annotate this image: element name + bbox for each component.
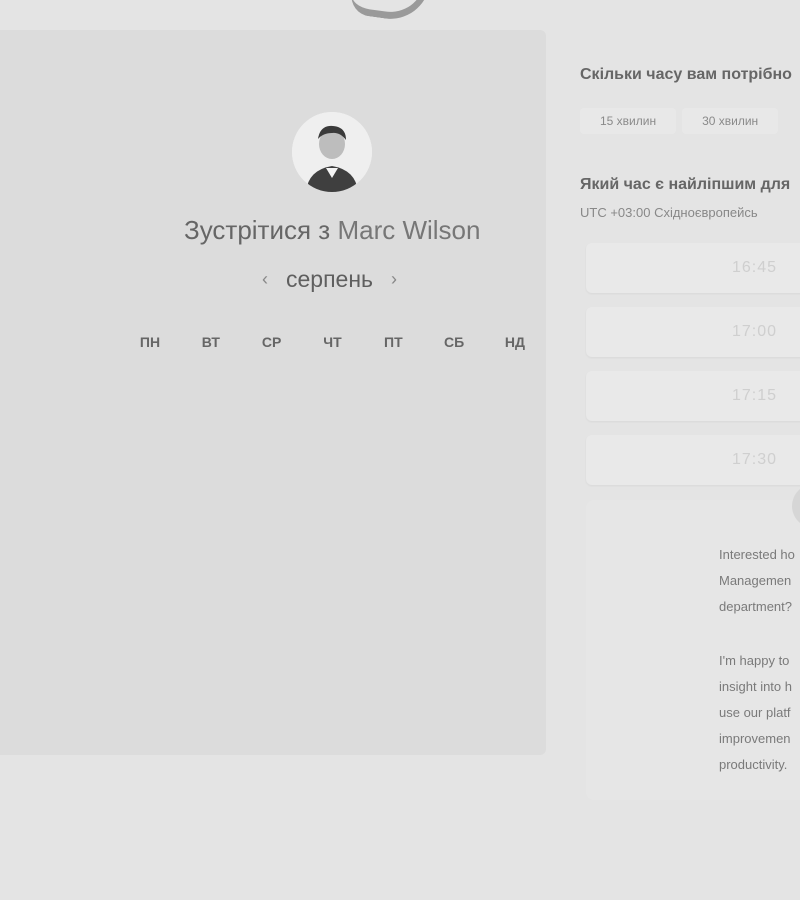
calendar-card [0,30,546,755]
time-slot[interactable]: 16:45 [586,243,800,293]
duration-option-15[interactable]: 15 хвилин [580,108,677,134]
info-line: I'm happy to [719,653,790,668]
info-line: insight into h [719,679,792,694]
info-line: Managemen [719,573,792,588]
time-slot-label: 16:45 [732,259,778,276]
chevron-left-icon[interactable]: ‹ [258,269,272,290]
time-question: Який час є найліпшим для [580,176,791,193]
booking-panel: Скільки часу вам потрібно 15 хвилин 30 х… [580,0,800,900]
time-slot-label: 17:30 [732,451,778,468]
current-month: серпень [286,266,374,292]
title-prefix: Зустрітися з [184,215,331,245]
info-paragraph: Interested ho Managemen department? [719,542,800,620]
info-line: Interested ho [719,547,795,562]
info-paragraph: I'm happy to insight into h use our plat… [719,648,800,778]
person-photo-icon [292,112,372,192]
info-line: department? [719,599,792,614]
time-slot[interactable]: 17:15 [586,371,800,421]
duration-question: Скільки часу вам потрібно [580,66,792,83]
weekday-label: СР [261,334,282,350]
time-slot-label: 17:00 [732,323,778,340]
weekday-label: ПТ [384,334,403,350]
host-mini-avatar [792,484,800,528]
month-navigator: ‹ серпень › [258,266,401,293]
time-slot-label: 17:15 [732,387,778,404]
info-line: improvemen [719,731,791,746]
info-line: use our platf [719,705,791,720]
host-name: Marc Wilson [337,215,481,245]
page-title: Зустрітися з Marc Wilson [184,215,480,246]
info-line: productivity. [719,757,788,772]
weekday-header: ПН ВТ СР ЧТ ПТ СБ НД [120,334,545,350]
time-slot[interactable]: 17:30 [586,435,800,485]
chevron-right-icon[interactable]: › [387,269,401,290]
weekday-label: НД [504,334,526,350]
timezone-label[interactable]: UTC +03:00 Східноєвропейсь [580,205,758,220]
duration-option-30[interactable]: 30 хвилин [682,108,779,134]
weekday-label: СБ [444,334,465,350]
duration-options: 15 хвилин 30 хвилин [580,108,779,134]
weekday-label: ВТ [201,334,220,350]
host-avatar [292,112,372,192]
brand-logo [348,0,432,25]
info-popover: Interested ho Managemen department? I'm … [586,484,800,800]
time-slot[interactable]: 17:00 [586,307,800,357]
weekday-label: ЧТ [323,334,342,350]
weekday-label: ПН [139,334,161,350]
